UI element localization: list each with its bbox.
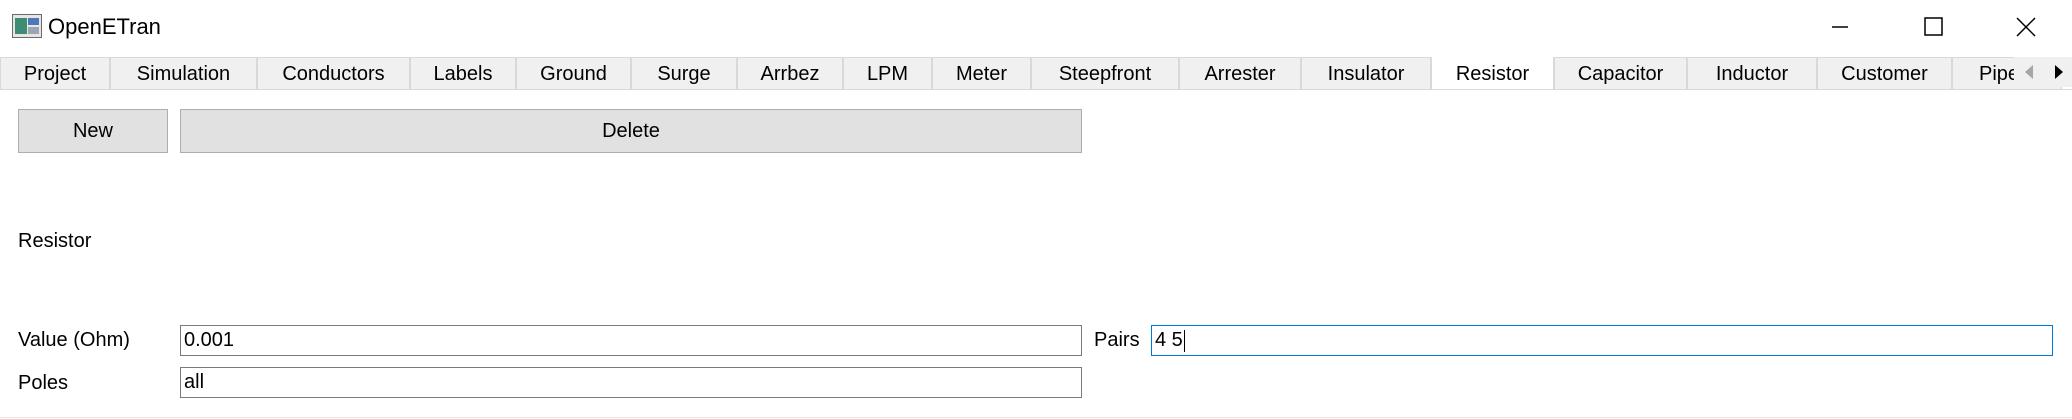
maximize-icon: [1924, 17, 1943, 36]
close-icon: [2016, 17, 2036, 37]
value-field-text: 0.001: [184, 329, 235, 351]
minimize-button[interactable]: [1794, 0, 1886, 54]
tab-capacitor[interactable]: Capacitor: [1554, 57, 1687, 89]
bottom-divider: [0, 417, 2072, 418]
chevron-right-icon: [2055, 65, 2063, 79]
pairs-field-text: 4 5: [1155, 329, 1183, 351]
new-button[interactable]: New: [18, 109, 168, 153]
tab-scroll-right-button[interactable]: [2044, 57, 2072, 87]
tab-scroll-left-button[interactable]: [2014, 57, 2044, 87]
pairs-field[interactable]: 4 5: [1151, 325, 2053, 356]
app-icon: [12, 14, 42, 38]
tab-resistor[interactable]: Resistor: [1431, 57, 1554, 89]
tab-labels[interactable]: Labels: [410, 57, 516, 89]
tab-arrbez[interactable]: Arrbez: [737, 57, 843, 89]
tab-inductor[interactable]: Inductor: [1687, 57, 1817, 89]
poles-field-text: all: [184, 371, 205, 393]
tab-meter[interactable]: Meter: [932, 57, 1031, 89]
tab-conductors[interactable]: Conductors: [257, 57, 410, 89]
tab-lpm[interactable]: LPM: [843, 57, 932, 89]
minimize-icon: [1832, 26, 1848, 28]
app-window: OpenETran Project Simulation Conductors …: [0, 0, 2072, 419]
poles-label: Poles: [18, 372, 69, 394]
tab-arrester[interactable]: Arrester: [1179, 57, 1301, 89]
tab-surge[interactable]: Surge: [631, 57, 737, 89]
tab-project[interactable]: Project: [0, 57, 110, 89]
pairs-label: Pairs: [1094, 329, 1140, 351]
text-caret: [1183, 329, 1185, 352]
value-label: Value (Ohm): [18, 329, 130, 351]
tab-steepfront[interactable]: Steepfront: [1031, 57, 1179, 89]
tab-insulator[interactable]: Insulator: [1301, 57, 1431, 89]
chevron-left-icon: [2025, 65, 2033, 79]
tab-customer[interactable]: Customer: [1817, 57, 1952, 89]
delete-button[interactable]: Delete: [180, 109, 1082, 153]
window-title: OpenETran: [48, 14, 161, 39]
tab-simulation[interactable]: Simulation: [110, 57, 257, 89]
tab-ground[interactable]: Ground: [516, 57, 631, 89]
title-bar: OpenETran: [0, 0, 2072, 54]
maximize-button[interactable]: [1888, 0, 1980, 54]
value-field[interactable]: 0.001: [180, 325, 1082, 356]
tab-bar: Project Simulation Conductors Labels Gro…: [0, 57, 2072, 90]
poles-field[interactable]: all: [180, 367, 1082, 398]
section-title: Resistor: [18, 230, 92, 252]
close-button[interactable]: [1980, 0, 2072, 54]
